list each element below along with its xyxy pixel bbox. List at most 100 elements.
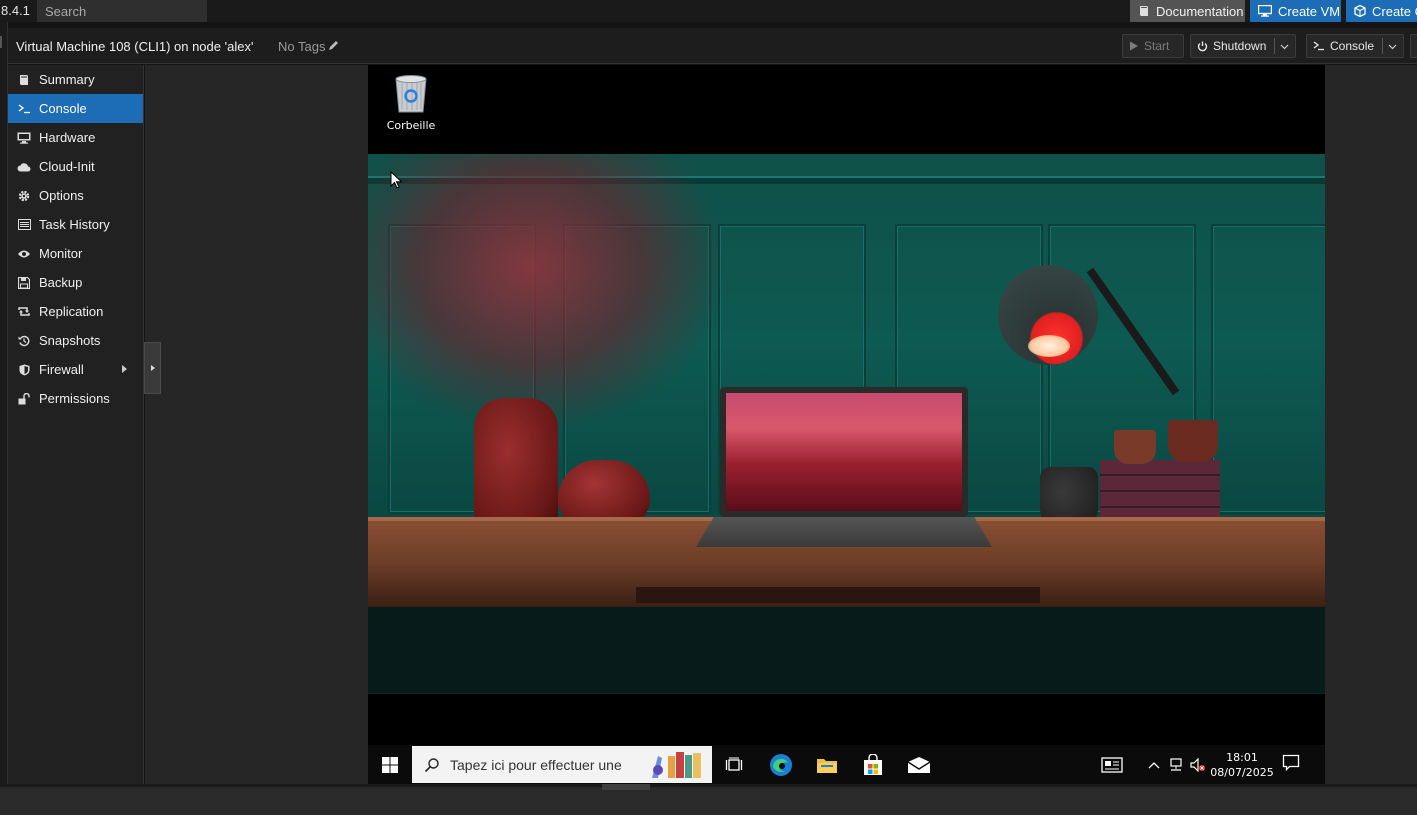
- mouse-cursor-icon: [390, 171, 402, 189]
- recycle-bin-icon: [395, 75, 427, 113]
- wallpaper-desk-drawer: [636, 587, 1040, 603]
- nav-item-hardware[interactable]: Hardware: [8, 123, 143, 152]
- nav-item-snapshots[interactable]: Snapshots: [8, 326, 143, 355]
- shutdown-label: Shutdown: [1213, 39, 1267, 53]
- vm-titlebar: Virtual Machine 108 (CLI1) on node 'alex…: [8, 28, 1417, 64]
- console-button[interactable]: Console: [1306, 34, 1404, 58]
- notification-center-icon[interactable]: [1282, 754, 1300, 775]
- chevron-down-icon[interactable]: [1280, 39, 1289, 53]
- terminal-icon: [1313, 41, 1325, 51]
- file-explorer-icon[interactable]: [815, 753, 839, 777]
- nav-item-firewall[interactable]: Firewall: [8, 355, 143, 384]
- gear-icon: [17, 189, 31, 203]
- log-panel-bar: [0, 784, 1417, 815]
- split-separator: [1382, 38, 1383, 54]
- tags-area[interactable]: No Tags: [278, 39, 339, 54]
- pencil-icon[interactable]: [328, 39, 339, 54]
- terminal-icon: [17, 102, 31, 116]
- cube-icon: [1354, 5, 1366, 17]
- console-label: Console: [1330, 39, 1375, 53]
- book-icon: [17, 73, 31, 87]
- mail-icon[interactable]: [907, 753, 931, 777]
- create-vm-label: Create VM: [1278, 3, 1341, 19]
- retweet-icon: [17, 305, 31, 319]
- recycle-bin-desktop-icon[interactable]: Corbeille: [378, 73, 444, 132]
- log-panel-resize-handle[interactable]: [602, 784, 650, 790]
- microsoft-store-icon[interactable]: [861, 753, 885, 777]
- nav-label: Permissions: [39, 391, 110, 406]
- windows-start-icon[interactable]: [378, 753, 402, 777]
- wallpaper-panel: [1211, 224, 1325, 514]
- nav-item-summary[interactable]: Summary: [8, 65, 143, 94]
- nav-item-console[interactable]: Console: [8, 94, 143, 123]
- nav-label: Console: [39, 101, 87, 116]
- nav-label: Summary: [39, 72, 95, 87]
- wallpaper-pot: [1114, 430, 1156, 464]
- news-widget-icon[interactable]: [1100, 753, 1124, 777]
- page-title: Virtual Machine 108 (CLI1) on node 'alex…: [16, 39, 254, 54]
- tree-marker: [0, 36, 2, 48]
- documentation-button[interactable]: Documentation: [1130, 0, 1245, 22]
- wallpaper-plant: [368, 155, 728, 435]
- unlock-icon: [17, 392, 31, 406]
- wallpaper-books: [1100, 460, 1220, 520]
- create-ct-label: Create C: [1372, 3, 1417, 19]
- nav-label: Hardware: [39, 130, 96, 145]
- nav-item-options[interactable]: Options: [8, 181, 143, 210]
- power-icon: [1197, 41, 1208, 52]
- task-view-icon[interactable]: [722, 753, 746, 777]
- nav-item-cloud-init[interactable]: Cloud-Init: [8, 152, 143, 181]
- search-icon: [424, 757, 439, 772]
- nav-label: Backup: [39, 275, 83, 290]
- create-ct-button[interactable]: Create C: [1346, 0, 1417, 22]
- search-highlight-icon: [652, 752, 701, 778]
- search-input[interactable]: [37, 0, 207, 22]
- history-icon: [17, 334, 31, 348]
- create-vm-button[interactable]: Create VM: [1250, 0, 1341, 22]
- edge-browser-icon[interactable]: [769, 753, 793, 777]
- nav-item-replication[interactable]: Replication: [8, 297, 143, 326]
- nav-label: Options: [39, 188, 84, 203]
- taskbar-clock[interactable]: 18:01 08/07/2025: [1208, 750, 1276, 780]
- nav-label: Replication: [39, 304, 104, 319]
- shield-icon: [17, 363, 31, 377]
- wallpaper-laptop-base: [696, 517, 992, 547]
- chevron-down-icon[interactable]: [1388, 39, 1397, 53]
- nav-label: Task History: [39, 217, 110, 232]
- clock-time: 18:01: [1226, 751, 1258, 764]
- start-label: Start: [1144, 39, 1170, 53]
- cloud-icon: [17, 160, 31, 174]
- chevron-right-icon: [150, 365, 155, 371]
- expand-arrow-icon[interactable]: [122, 365, 127, 373]
- taskbar-search-placeholder: Tapez ici pour effectuer une: [450, 756, 622, 773]
- wallpaper-laptop: [720, 387, 968, 517]
- collapse-panel-handle[interactable]: [144, 342, 161, 394]
- volume-muted-icon[interactable]: [1186, 753, 1210, 777]
- chevron-up-icon[interactable]: [1142, 753, 1166, 777]
- recycle-bin-label: Corbeille: [386, 119, 436, 132]
- shutdown-button[interactable]: Shutdown: [1190, 34, 1296, 58]
- desktop-icon: [17, 131, 31, 145]
- nav-item-backup[interactable]: Backup: [8, 268, 143, 297]
- more-button[interactable]: [1410, 34, 1417, 58]
- play-icon: [1129, 41, 1139, 51]
- nav-item-permissions[interactable]: Permissions: [8, 384, 143, 413]
- vm-nav-menu: Summary Console Hardware Cloud-Init Opti…: [8, 65, 144, 784]
- version-label: 8.4.1: [1, 3, 30, 18]
- nav-item-monitor[interactable]: Monitor: [8, 239, 143, 268]
- wallpaper-floor: [368, 607, 1325, 693]
- nav-label: Cloud-Init: [39, 159, 95, 174]
- start-button[interactable]: Start: [1122, 34, 1184, 58]
- wallpaper-laptop-display: [726, 393, 962, 511]
- resource-tree-collapsed[interactable]: [0, 22, 8, 784]
- clock-date: 08/07/2025: [1210, 766, 1274, 779]
- desktop-icon: [1258, 5, 1272, 17]
- nav-item-task-history[interactable]: Task History: [8, 210, 143, 239]
- documentation-label: Documentation: [1156, 3, 1244, 19]
- network-icon[interactable]: [1164, 753, 1188, 777]
- split-separator: [1274, 38, 1275, 54]
- wallpaper-lamp-bulb: [1028, 335, 1070, 357]
- taskbar-search-box[interactable]: Tapez ici pour effectuer une: [412, 746, 712, 783]
- vm-console-screen[interactable]: Corbeille Tapez ici pour effectuer une 1…: [368, 65, 1325, 784]
- floppy-icon: [17, 276, 31, 290]
